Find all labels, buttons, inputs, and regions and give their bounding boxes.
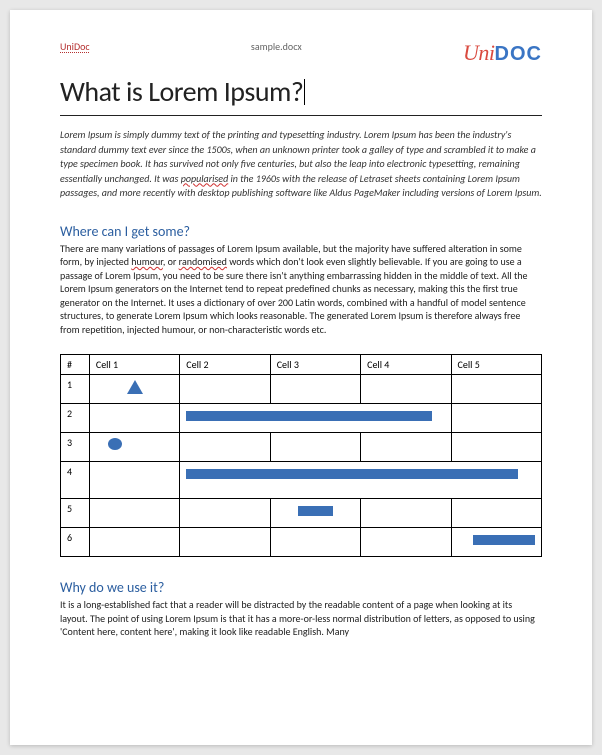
bar-shape xyxy=(186,411,431,421)
section-body-2[interactable]: It is a long-established fact that a rea… xyxy=(60,598,542,639)
sample-table[interactable]: # Cell 1 Cell 2 Cell 3 Cell 4 Cell 5 123… xyxy=(60,354,542,557)
bar-shape xyxy=(298,506,333,516)
th-c2: Cell 2 xyxy=(180,355,270,375)
logo-doc: DOC xyxy=(495,43,542,65)
table-cell[interactable] xyxy=(89,404,179,433)
table-cell[interactable] xyxy=(89,528,179,557)
section-heading-1[interactable]: Where can I get some? xyxy=(60,223,542,240)
table-cell[interactable] xyxy=(361,375,451,404)
table-cell[interactable] xyxy=(180,433,270,462)
th-c3: Cell 3 xyxy=(270,355,360,375)
page-header: UniDoc sample.docx UniDOC xyxy=(60,40,542,66)
table-row: 5 xyxy=(61,499,542,528)
section-body-1[interactable]: There are many variations of passages of… xyxy=(60,242,542,337)
table-row: 2 xyxy=(61,404,542,433)
section-heading-2[interactable]: Why do we use it? xyxy=(60,579,542,596)
th-c4: Cell 4 xyxy=(361,355,451,375)
row-number: 3 xyxy=(61,433,90,462)
table-cell[interactable] xyxy=(361,499,451,528)
table-row: 1 xyxy=(61,375,542,404)
document-page: UniDoc sample.docx UniDOC What is Lorem … xyxy=(10,10,592,745)
table-cell[interactable] xyxy=(451,404,541,433)
table-cell[interactable] xyxy=(361,528,451,557)
title-text: What is Lorem Ipsum? xyxy=(60,74,303,109)
th-c5: Cell 5 xyxy=(451,355,541,375)
table-cell[interactable] xyxy=(180,375,270,404)
header-filename: sample.docx xyxy=(90,40,463,53)
table-body: 123456 xyxy=(61,375,542,557)
table-row: 4 xyxy=(61,462,542,499)
th-num: # xyxy=(61,355,90,375)
text-cursor xyxy=(304,79,305,105)
bar-shape xyxy=(186,469,517,479)
logo-uni: Uni xyxy=(463,40,495,65)
table-cell[interactable] xyxy=(451,433,541,462)
table-cell[interactable] xyxy=(180,404,451,433)
table-cell[interactable] xyxy=(89,375,179,404)
page-title[interactable]: What is Lorem Ipsum? xyxy=(60,74,542,109)
table-row: 3 xyxy=(61,433,542,462)
row-number: 1 xyxy=(61,375,90,404)
table-cell[interactable] xyxy=(89,462,179,499)
table-cell[interactable] xyxy=(180,499,270,528)
table-cell[interactable] xyxy=(451,375,541,404)
table-cell[interactable] xyxy=(89,499,179,528)
unidoc-logo: UniDOC xyxy=(463,40,542,66)
table-cell[interactable] xyxy=(180,462,542,499)
table-cell[interactable] xyxy=(451,528,541,557)
table-cell[interactable] xyxy=(270,433,360,462)
table-cell[interactable] xyxy=(89,433,179,462)
th-c1: Cell 1 xyxy=(89,355,179,375)
table-cell[interactable] xyxy=(270,528,360,557)
title-rule xyxy=(60,115,542,116)
table-cell[interactable] xyxy=(451,499,541,528)
row-number: 2 xyxy=(61,404,90,433)
table-cell[interactable] xyxy=(270,375,360,404)
table-cell[interactable] xyxy=(180,528,270,557)
row-number: 4 xyxy=(61,462,90,499)
row-number: 5 xyxy=(61,499,90,528)
table-cell[interactable] xyxy=(361,433,451,462)
table-header-row: # Cell 1 Cell 2 Cell 3 Cell 4 Cell 5 xyxy=(61,355,542,375)
table-row: 6 xyxy=(61,528,542,557)
bar-shape xyxy=(473,535,535,545)
row-number: 6 xyxy=(61,528,90,557)
header-left: UniDoc xyxy=(60,40,90,53)
intro-paragraph[interactable]: Lorem Ipsum is simply dummy text of the … xyxy=(60,128,542,201)
circle-icon xyxy=(108,438,122,450)
table-cell[interactable] xyxy=(270,499,360,528)
triangle-icon xyxy=(127,380,143,394)
